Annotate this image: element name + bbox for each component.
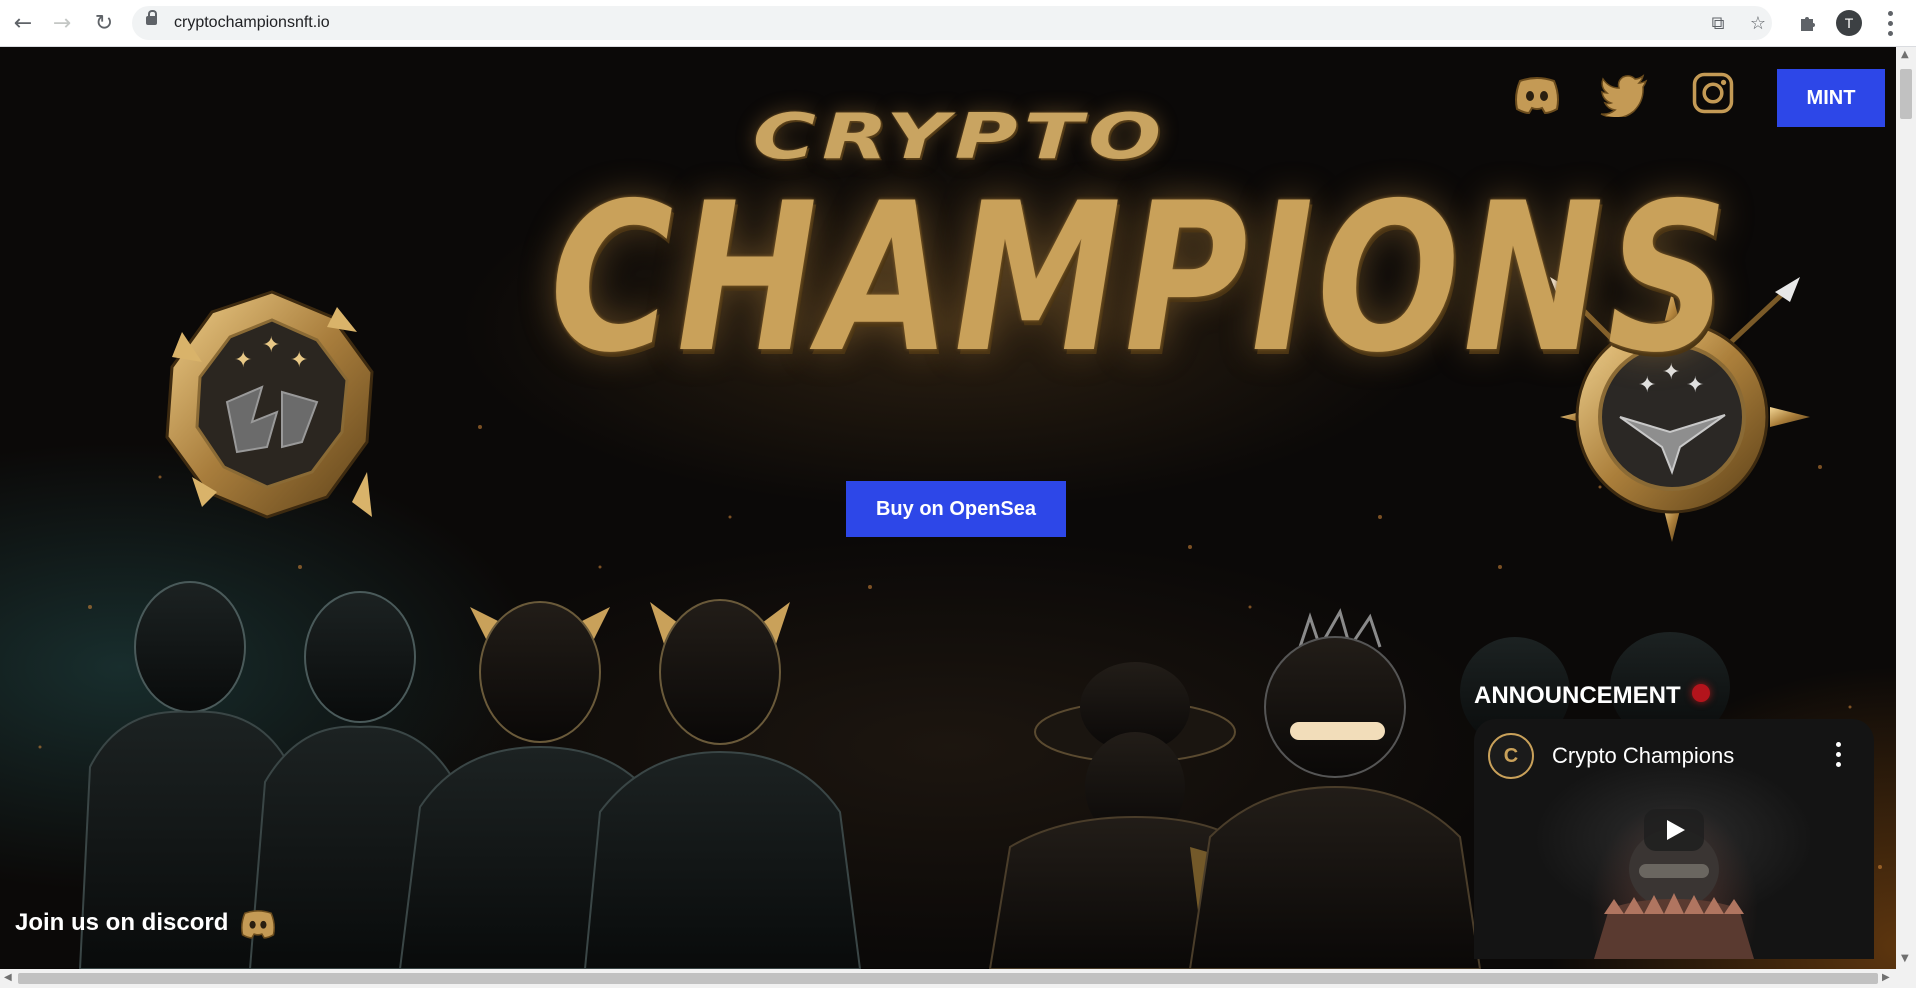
left-emblem-badge: ✦ ✦ ✦ [165,290,374,519]
url-text[interactable]: cryptochampionsnft.io [174,14,330,32]
channel-avatar[interactable]: C [1488,733,1534,779]
play-icon[interactable] [1644,809,1704,851]
svg-text:✦: ✦ [262,333,280,358]
twitter-icon[interactable] [1600,73,1650,117]
kebab-menu-icon[interactable] [1878,8,1902,38]
lock-icon[interactable] [146,10,157,25]
logo-champions-text: CHAMPIONS [550,160,1732,398]
browser-toolbar: ← → ↻ cryptochampionsnft.io ⧉ ☆ T [0,0,1916,47]
scroll-right-arrow-icon[interactable]: ▶ [1882,972,1890,983]
live-indicator-dot [1692,684,1710,702]
reload-icon[interactable]: ↻ [90,9,118,37]
buy-on-opensea-button[interactable]: Buy on OpenSea [846,481,1066,537]
vertical-scrollbar[interactable]: ▲ ▼ [1896,47,1916,969]
share-icon[interactable]: ⧉ [1706,11,1730,35]
video-channel-title[interactable]: Crypto Champions [1552,743,1734,769]
star-icon[interactable]: ☆ [1746,11,1770,35]
vertical-scroll-thumb[interactable] [1900,69,1912,119]
extensions-puzzle-icon[interactable] [1796,11,1820,35]
scroll-down-arrow-icon[interactable]: ▼ [1901,953,1909,964]
discord-icon[interactable] [236,907,280,941]
svg-text:✦: ✦ [290,348,308,373]
forward-arrow-icon[interactable]: → [48,9,76,37]
back-arrow-icon[interactable]: ← [9,9,37,37]
discord-icon[interactable] [1512,73,1562,117]
video-menu-icon[interactable] [1826,739,1850,769]
horizontal-scrollbar[interactable]: ◀ ▶ [0,969,1916,988]
mint-button[interactable]: MINT [1777,69,1885,127]
svg-text:✦: ✦ [234,348,252,373]
horizontal-scroll-thumb[interactable] [18,973,1878,984]
join-discord-label[interactable]: Join us on discord [15,909,228,937]
scroll-left-arrow-icon[interactable]: ◀ [4,972,12,983]
youtube-video-embed[interactable]: C Crypto Champions [1474,719,1874,959]
announcement-heading: ANNOUNCEMENT [1474,682,1681,709]
hero-section: ✦ ✦ ✦ ✦ ✦ ✦ CRYPTO CHAMPIONS MINT Buy on… [0,47,1896,969]
profile-avatar[interactable]: T [1836,10,1862,36]
instagram-icon[interactable] [1688,71,1738,115]
scroll-up-arrow-icon[interactable]: ▲ [1901,49,1909,60]
address-bar[interactable]: cryptochampionsnft.io ⧉ ☆ [132,6,1772,40]
